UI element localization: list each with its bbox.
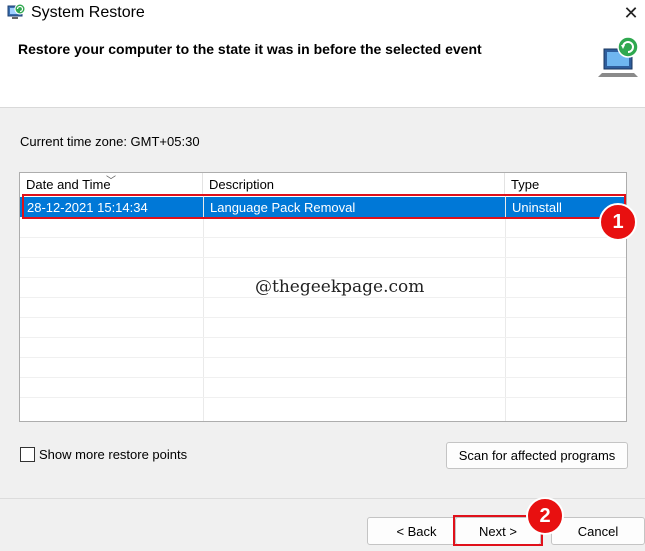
row-divider bbox=[20, 377, 626, 378]
row-divider bbox=[20, 337, 626, 338]
sort-descending-icon: ﹀ bbox=[106, 176, 116, 187]
column-header-type[interactable]: Type bbox=[505, 173, 626, 195]
column-header-date[interactable]: Date and Time ﹀ bbox=[20, 173, 203, 195]
window-title: System Restore bbox=[31, 4, 145, 21]
restore-computer-icon bbox=[598, 36, 639, 77]
cancel-button[interactable]: Cancel bbox=[551, 517, 645, 545]
show-more-checkbox[interactable] bbox=[20, 447, 35, 462]
timezone-label: Current time zone: GMT+05:30 bbox=[20, 134, 200, 149]
annotation-box-row bbox=[22, 194, 626, 219]
column-header-description[interactable]: Description bbox=[203, 173, 505, 195]
row-divider bbox=[20, 397, 626, 398]
column-divider bbox=[505, 195, 506, 421]
annotation-step-2: 2 bbox=[526, 497, 564, 535]
scan-affected-programs-button[interactable]: Scan for affected programs bbox=[446, 442, 628, 469]
row-divider bbox=[20, 297, 626, 298]
system-restore-icon bbox=[7, 3, 26, 19]
watermark: @thegeekpage.com bbox=[255, 277, 425, 297]
back-button[interactable]: < Back bbox=[367, 517, 466, 545]
row-divider bbox=[20, 317, 626, 318]
show-more-label[interactable]: Show more restore points bbox=[39, 447, 187, 462]
row-divider bbox=[20, 357, 626, 358]
annotation-step-1: 1 bbox=[599, 203, 637, 241]
row-divider bbox=[20, 237, 626, 238]
column-divider bbox=[203, 195, 204, 421]
row-divider bbox=[20, 257, 626, 258]
page-heading: Restore your computer to the state it wa… bbox=[18, 41, 482, 57]
close-button[interactable]: ✕ bbox=[617, 0, 645, 26]
column-header-date-label: Date and Time bbox=[26, 177, 111, 192]
